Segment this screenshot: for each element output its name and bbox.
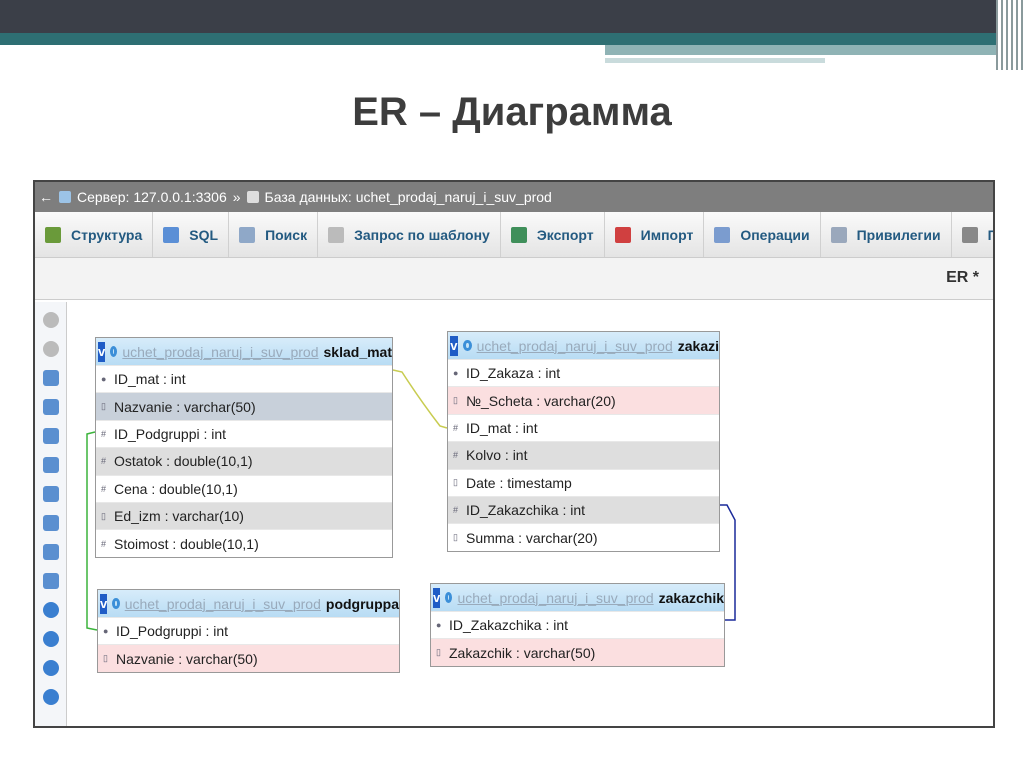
table-column-row[interactable]: ▯ №_Scheta : varchar(20)	[448, 386, 719, 414]
key-column-icon: ●	[103, 626, 109, 637]
column-label: ID_Zakaza : int	[466, 365, 561, 382]
column-label: Nazvanie : varchar(50)	[116, 650, 258, 667]
toggle-columns-button[interactable]: v	[450, 335, 458, 356]
er-table-zakazchik[interactable]: v uchet_prodaj_naruj_i_suv_prod zakazchik ●…	[430, 583, 725, 667]
table-name: zakazi	[677, 337, 719, 354]
column-label: ID_Podgruppi : int	[114, 425, 227, 442]
table-column-row[interactable]: # Cena : double(10,1)	[96, 474, 392, 502]
column-label: ID_Zakazchika : int	[449, 617, 569, 634]
table-header[interactable]: v uchet_prodaj_naruj_i_suv_prod sklad_mat	[96, 338, 392, 365]
table-db-name: uchet_prodaj_naruj_i_suv_prod	[124, 595, 321, 612]
toggle-columns-button[interactable]: v	[98, 341, 106, 362]
toggle-columns-button[interactable]: v	[433, 587, 441, 608]
er-table-zakazi[interactable]: v uchet_prodaj_naruj_i_suv_prod zakazi ● ID_…	[447, 331, 720, 552]
column-label: ID_mat : int	[114, 371, 186, 388]
table-column-row[interactable]: # Kolvo : int	[448, 441, 719, 469]
er-table-sklad_mat[interactable]: v uchet_prodaj_naruj_i_suv_prod sklad_mat ●…	[95, 337, 393, 558]
key-column-icon: ●	[436, 620, 442, 631]
select-circle-icon[interactable]	[445, 592, 453, 603]
column-label: Cena : double(10,1)	[114, 480, 238, 497]
er-table-podgruppa[interactable]: v uchet_prodaj_naruj_i_suv_prod podgruppa ●…	[97, 589, 400, 673]
table-column-row[interactable]: # Ostatok : double(10,1)	[96, 447, 392, 475]
column-label: ID_Zakazchika : int	[466, 502, 586, 519]
table-column-row[interactable]: ▯ Ed_izm : varchar(10)	[96, 501, 392, 530]
toggle-columns-button[interactable]: v	[100, 593, 108, 614]
text-column-icon: ▯	[101, 401, 106, 412]
table-column-row[interactable]: ● ID_Zakazchika : int	[431, 611, 724, 638]
table-column-row[interactable]: # ID_Podgruppi : int	[96, 419, 392, 447]
text-column-icon: ▯	[436, 647, 441, 658]
table-column-row[interactable]: # Stoimost : double(10,1)	[96, 529, 392, 556]
table-column-row[interactable]: ● ID_Zakaza : int	[448, 359, 719, 386]
num-column-icon: #	[101, 538, 107, 549]
column-label: №_Scheta : varchar(20)	[466, 392, 616, 409]
table-column-row[interactable]: # ID_Zakazchika : int	[448, 495, 719, 524]
table-name: zakazchik	[658, 589, 724, 606]
num-column-icon: #	[101, 456, 107, 467]
column-label: Nazvanie : varchar(50)	[114, 398, 256, 415]
table-db-name: uchet_prodaj_naruj_i_suv_prod	[476, 337, 673, 354]
text-column-icon: ▯	[101, 510, 106, 521]
table-name: podgruppa	[325, 595, 399, 612]
num-column-icon: #	[101, 428, 107, 439]
column-label: Date : timestamp	[466, 474, 572, 491]
column-label: Summa : varchar(20)	[466, 529, 598, 546]
table-column-row[interactable]: ▯ Zakazchik : varchar(50)	[431, 638, 724, 666]
table-header[interactable]: v uchet_prodaj_naruj_i_suv_prod zakazi	[448, 332, 719, 359]
column-label: Ostatok : double(10,1)	[114, 453, 253, 470]
table-column-row[interactable]: ▯ Nazvanie : varchar(50)	[96, 392, 392, 420]
date-column-icon: ▯	[453, 477, 458, 488]
column-label: ID_Podgruppi : int	[116, 623, 229, 640]
key-column-icon: ●	[101, 374, 107, 385]
table-header[interactable]: v uchet_prodaj_naruj_i_suv_prod zakazchik	[431, 584, 724, 611]
column-label: ID_mat : int	[466, 419, 538, 436]
column-label: Stoimost : double(10,1)	[114, 535, 259, 552]
table-db-name: uchet_prodaj_naruj_i_suv_prod	[457, 589, 654, 606]
text-column-icon: ▯	[453, 532, 458, 543]
table-db-name: uchet_prodaj_naruj_i_suv_prod	[122, 343, 319, 360]
select-circle-icon[interactable]	[112, 598, 120, 609]
text-column-icon: ▯	[103, 653, 108, 664]
table-column-row[interactable]: ● ID_Podgruppi : int	[98, 617, 399, 644]
key-column-icon: ●	[453, 368, 459, 379]
table-column-row[interactable]: # ID_mat : int	[448, 413, 719, 441]
column-label: Zakazchik : varchar(50)	[449, 644, 596, 661]
table-column-row[interactable]: ▯ Date : timestamp	[448, 468, 719, 496]
num-column-icon: #	[453, 505, 459, 516]
num-column-icon: #	[453, 422, 459, 433]
num-column-icon: #	[101, 483, 107, 494]
relation-line-idmat	[392, 369, 448, 429]
select-circle-icon[interactable]	[462, 340, 472, 351]
table-column-row[interactable]: ▯ Nazvanie : varchar(50)	[98, 644, 399, 672]
table-column-row[interactable]: ▯ Summa : varchar(20)	[448, 523, 719, 550]
num-column-icon: #	[453, 450, 459, 461]
select-circle-icon[interactable]	[110, 346, 118, 357]
table-column-row[interactable]: ● ID_mat : int	[96, 365, 392, 392]
text-column-icon: ▯	[453, 395, 458, 406]
table-name: sklad_mat	[323, 343, 392, 360]
table-header[interactable]: v uchet_prodaj_naruj_i_suv_prod podgruppa	[98, 590, 399, 617]
column-label: Ed_izm : varchar(10)	[114, 508, 244, 525]
column-label: Kolvo : int	[466, 447, 528, 464]
